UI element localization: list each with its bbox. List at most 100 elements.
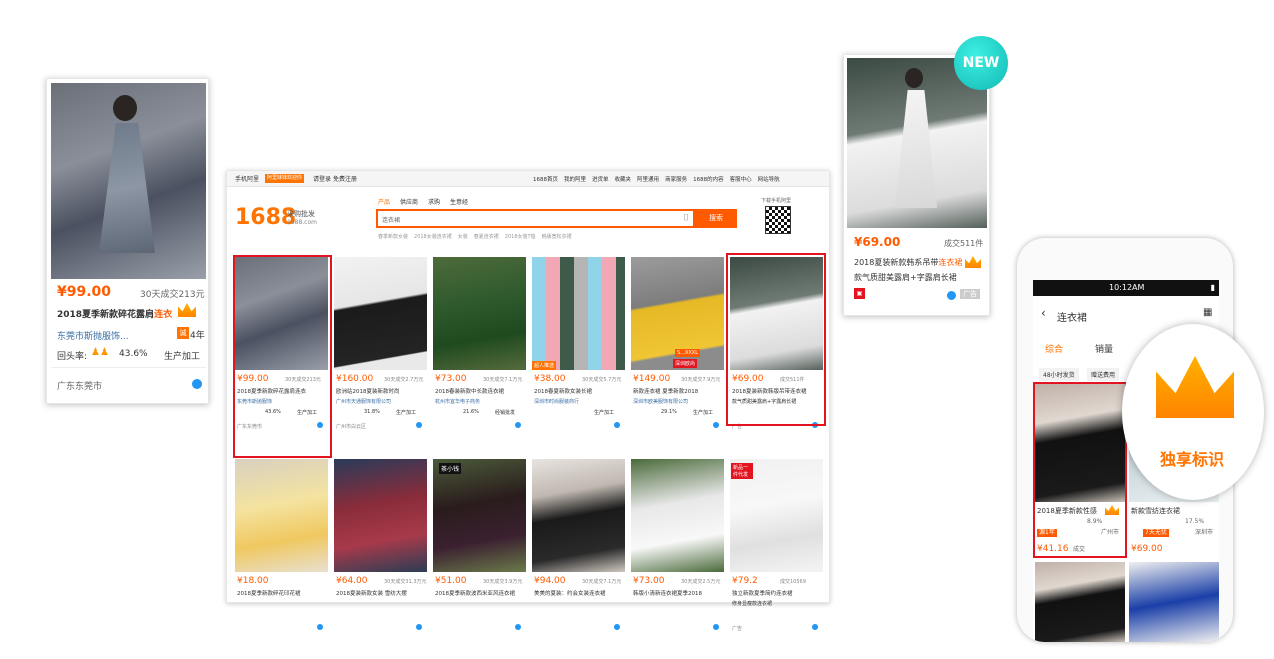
- wangwang-icon[interactable]: [515, 624, 521, 630]
- product-image[interactable]: [334, 257, 427, 370]
- top-nav-item[interactable]: 收藏夹: [615, 175, 632, 183]
- search-button[interactable]: 搜索: [695, 209, 737, 228]
- product-image[interactable]: [433, 257, 526, 370]
- tab-sales[interactable]: 销量: [1095, 342, 1113, 355]
- product-sales: 30天成交2.7万元: [384, 377, 424, 383]
- grid-product-tile[interactable]: ¥51.00 30天成交3.9万元 2018夏季新款波西米亚风连衣裙: [433, 459, 526, 659]
- right-product-card[interactable]: ¥69.00 成交511件 2018夏装新款韩系吊带连衣裙 款气质甜美露肩+字露…: [843, 54, 990, 316]
- wangwang-icon[interactable]: [192, 379, 202, 389]
- shop-name[interactable]: 东莞市斯抛服饰...: [57, 329, 129, 342]
- product-image[interactable]: [532, 257, 625, 370]
- top-nav-item[interactable]: 我的阿里: [564, 175, 586, 183]
- product-sales: 30天成交7.1万元: [483, 377, 523, 383]
- phone-item2-repurchase: 17.5%: [1185, 518, 1205, 525]
- product-image[interactable]: [235, 459, 328, 572]
- grid-product-tile[interactable]: ¥64.00 30天成交31.3万元 2018夏装新款女装 雪纺大摆: [334, 459, 427, 659]
- search-tab-supplier[interactable]: 供应商: [400, 197, 418, 206]
- back-icon[interactable]: ‹: [1041, 306, 1046, 320]
- qr-code-icon[interactable]: [765, 206, 791, 234]
- product-desc: 款气质甜美露肩+字露肩长裙: [854, 273, 957, 282]
- hot-word[interactable]: 2018女装T恤: [505, 233, 536, 240]
- search-tab-product[interactable]: 产品: [378, 197, 390, 206]
- phone-search-query[interactable]: 连衣裙: [1057, 309, 1087, 324]
- product-price: ¥73.00: [633, 576, 665, 586]
- wangwang-icon[interactable]: [614, 422, 620, 428]
- top-nav-item[interactable]: 1688首页: [533, 175, 558, 183]
- wangwang-icon[interactable]: [713, 422, 719, 428]
- product-title-keyword: 连衣裙: [938, 258, 963, 267]
- product-image[interactable]: [631, 459, 724, 572]
- top-nav-item[interactable]: 阿里通用: [637, 175, 659, 183]
- camera-icon[interactable]: ⌷: [684, 213, 689, 223]
- phone-item2-title[interactable]: 新款雪纺连衣裙: [1131, 506, 1180, 516]
- wangwang-icon[interactable]: [947, 291, 956, 300]
- product-title[interactable]: 2018夏装新款韩系吊带连衣裙: [854, 257, 962, 268]
- highlight-box-phone: [1033, 382, 1127, 558]
- wangwang-icon[interactable]: [515, 422, 521, 428]
- wangwang-icon[interactable]: [416, 624, 422, 630]
- phone-item2-price: ¥69.00: [1131, 544, 1163, 554]
- grid-product-tile[interactable]: ¥38.00 30天成交5.7万元 2018春夏新款女装长裙 深圳市时尚服装商行 生产加…: [532, 257, 625, 457]
- search-input[interactable]: 连衣裙 ⌷: [376, 209, 695, 228]
- shop-name: 广州市天通服饰有限公司: [336, 399, 392, 405]
- wangwang-icon[interactable]: [416, 422, 422, 428]
- search-input-text: 连衣裙: [382, 217, 401, 224]
- product-price: ¥79.2: [732, 576, 758, 586]
- top-nav-item[interactable]: 进货单: [592, 175, 609, 183]
- highlight-box-left: [233, 255, 332, 458]
- filter-gift[interactable]: 赠送费用: [1087, 368, 1120, 381]
- top-bar: 手机阿里 阿里妹妹欢迎你 请登录 免费注册 1688首页 我的阿里 进货单 收藏…: [227, 171, 829, 187]
- register-link[interactable]: 免费注册: [333, 175, 357, 184]
- search-tab-business[interactable]: 生意经: [450, 197, 468, 206]
- business-type: 生产加工: [396, 410, 417, 416]
- top-nav-item[interactable]: 客服中心: [730, 175, 752, 183]
- hot-word[interactable]: 2018女装连衣裙: [414, 233, 452, 240]
- hot-word[interactable]: 春季新款女装: [378, 233, 408, 240]
- search-tab-buy[interactable]: 求购: [428, 197, 440, 206]
- grid-view-icon[interactable]: ▦: [1203, 307, 1212, 318]
- grid-product-tile[interactable]: ¥94.00 30天成交7.1万元 美美的夏装：约会女装连衣裙: [532, 459, 625, 659]
- product-title[interactable]: 2018夏季新款碎花露肩连衣: [57, 307, 172, 320]
- shop-name: 深圳市欧美服饰有限公司: [633, 399, 689, 405]
- wangwang-icon[interactable]: [614, 624, 620, 630]
- grid-product-tile[interactable]: ¥73.00 30天成交2.5万元 韩版小清新连衣裙夏季2018: [631, 459, 724, 659]
- grid-product-tile[interactable]: ¥18.00 2018夏季新款碎花印花裙: [235, 459, 328, 659]
- product-sales: 30天成交3.9万元: [483, 579, 523, 585]
- wangwang-icon[interactable]: [317, 624, 323, 630]
- tab-comprehensive[interactable]: 综合: [1045, 342, 1063, 355]
- top-nav-item[interactable]: 1688的内容: [693, 175, 724, 183]
- product-image[interactable]: [433, 459, 526, 572]
- search-tabs: 产品 供应商 求购 生意经: [378, 197, 468, 206]
- wangwang-icon[interactable]: [812, 624, 818, 630]
- product-badge: S...XXXL: [675, 349, 701, 357]
- product-image[interactable]: [334, 459, 427, 572]
- product-image[interactable]: [1129, 562, 1219, 642]
- hot-word[interactable]: 韩版宽松衣裙: [542, 233, 572, 240]
- product-sales: 30天成交7.9万元: [681, 377, 721, 383]
- login-link[interactable]: 请登录: [313, 175, 331, 184]
- product-image[interactable]: [1035, 562, 1125, 642]
- grid-product-tile[interactable]: ¥79.2 成交10569 独立新款夏季简约连衣裙 修身显瘦款连衣裙 广告: [730, 459, 823, 659]
- years-label: 4年: [190, 331, 205, 341]
- left-product-card[interactable]: ¥99.00 30天成交213元 2018夏季新款碎花露肩连衣 东莞市斯抛服饰.…: [46, 78, 209, 404]
- wangwang-icon[interactable]: [713, 624, 719, 630]
- product-sales: 30天成交2.5万元: [681, 579, 721, 585]
- product-price: ¥73.00: [435, 374, 467, 384]
- status-time: 10:12AM: [1109, 283, 1145, 292]
- store-badge-icon: ▣: [854, 288, 865, 299]
- product-image[interactable]: [532, 459, 625, 572]
- hot-word[interactable]: 春夏连衣裙: [474, 233, 499, 240]
- product-location: 广州市白云区: [336, 424, 367, 430]
- grid-product-tile[interactable]: ¥73.00 30天成交7.1万元 2018春装新款中长款连衣裙 杭州市宜华电子商务 2…: [433, 257, 526, 457]
- battery-icon: ▮: [1210, 283, 1215, 292]
- top-nav-item[interactable]: 网站导航: [758, 175, 780, 183]
- grid-product-tile[interactable]: ¥160.00 30天成交2.7万元 欧洲站2018夏装新款时尚 广州市天通服饰有限公…: [334, 257, 427, 457]
- hot-word[interactable]: 女装: [458, 233, 468, 240]
- product-title-text: 2018夏装新款韩系吊带: [854, 258, 939, 267]
- product-sales: 成交511件: [944, 239, 984, 248]
- top-nav-item[interactable]: 商家服务: [665, 175, 687, 183]
- product-image[interactable]: [51, 83, 206, 279]
- mobile-ali-link[interactable]: 手机阿里: [235, 175, 259, 184]
- filter-48h[interactable]: 48小时发货: [1039, 368, 1079, 381]
- grid-product-tile[interactable]: ¥149.00 30天成交7.9万元 新款连衣裙 夏季新款2018 深圳市欧美服饰有限…: [631, 257, 724, 457]
